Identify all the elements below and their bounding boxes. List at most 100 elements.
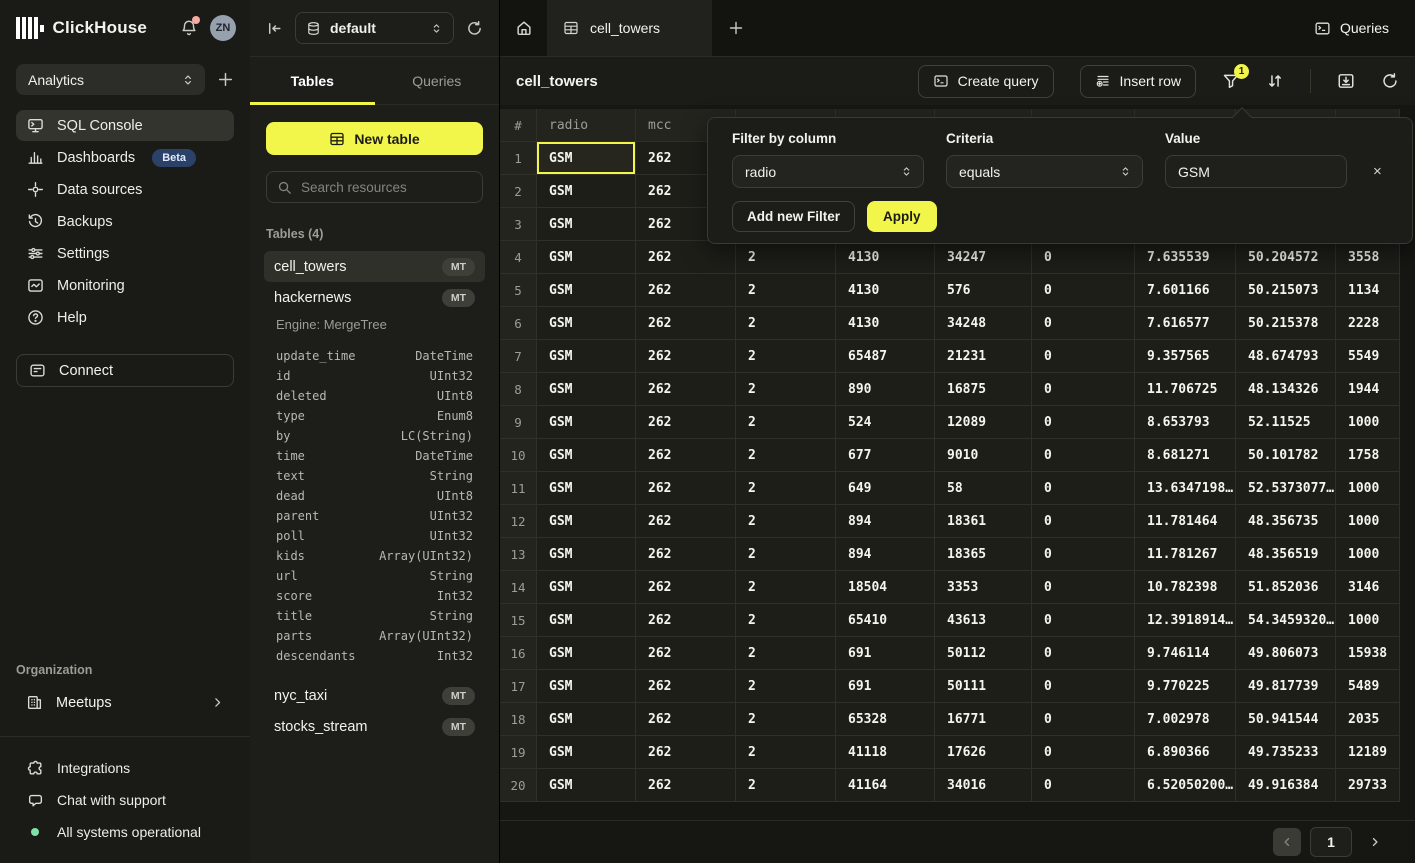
insert-row-button[interactable]: Insert row (1080, 65, 1196, 98)
data-cell[interactable]: 691 (836, 670, 935, 703)
row-number-cell[interactable]: 2 (500, 175, 537, 208)
data-cell[interactable]: 2 (736, 538, 836, 571)
data-cell[interactable]: 3558 (1336, 241, 1400, 274)
data-cell[interactable]: 11.781464 (1135, 505, 1236, 538)
filter-column-select[interactable]: radio (732, 155, 924, 188)
data-cell[interactable]: 18504 (836, 571, 935, 604)
data-cell[interactable]: GSM (537, 208, 636, 241)
avatar[interactable]: ZN (210, 15, 236, 41)
data-cell[interactable]: 262 (636, 769, 736, 802)
data-cell[interactable]: 49.735233 (1236, 736, 1336, 769)
data-cell[interactable]: 262 (636, 571, 736, 604)
data-cell[interactable]: 2 (736, 340, 836, 373)
data-cell[interactable]: 1134 (1336, 274, 1400, 307)
data-cell[interactable]: 0 (1032, 670, 1135, 703)
row-number-cell[interactable]: 13 (500, 538, 537, 571)
search-box[interactable] (266, 171, 483, 203)
prev-page-button[interactable] (1273, 828, 1301, 856)
data-cell[interactable]: 2 (736, 307, 836, 340)
data-cell[interactable]: 0 (1032, 703, 1135, 736)
data-cell[interactable]: 9.357565 (1135, 340, 1236, 373)
sidebar-item-settings[interactable]: Settings (16, 238, 234, 269)
data-cell[interactable]: 11.706725 (1135, 373, 1236, 406)
sidebar-item-data-sources[interactable]: Data sources (16, 174, 234, 205)
data-cell[interactable]: 0 (1032, 406, 1135, 439)
data-cell[interactable]: 1000 (1336, 604, 1400, 637)
data-cell[interactable]: 65487 (836, 340, 935, 373)
data-cell[interactable]: 49.806073 (1236, 637, 1336, 670)
data-cell[interactable]: 11.781267 (1135, 538, 1236, 571)
new-tab-button[interactable] (712, 0, 760, 56)
data-cell[interactable]: 21231 (935, 340, 1032, 373)
data-cell[interactable]: 18361 (935, 505, 1032, 538)
data-cell[interactable]: 2 (736, 604, 836, 637)
data-cell[interactable]: 5549 (1336, 340, 1400, 373)
data-cell[interactable]: 2 (736, 769, 836, 802)
collapse-panel-icon[interactable] (266, 20, 283, 37)
data-cell[interactable]: 29733 (1336, 769, 1400, 802)
data-cell[interactable]: GSM (537, 439, 636, 472)
create-query-button[interactable]: Create query (918, 65, 1054, 98)
data-cell[interactable]: 8.681271 (1135, 439, 1236, 472)
refresh-tables-icon[interactable] (466, 20, 483, 37)
sidebar-item-help[interactable]: Help (16, 302, 234, 333)
add-filter-button[interactable]: Add new Filter (732, 201, 855, 232)
data-cell[interactable]: 262 (636, 439, 736, 472)
data-cell[interactable]: 1000 (1336, 505, 1400, 538)
sidebar-item-dashboards[interactable]: DashboardsBeta (16, 142, 234, 173)
data-cell[interactable]: 2 (736, 637, 836, 670)
data-cell[interactable]: 262 (636, 241, 736, 274)
data-cell[interactable]: 51.852036 (1236, 571, 1336, 604)
data-cell[interactable]: 41118 (836, 736, 935, 769)
data-cell[interactable]: 3146 (1336, 571, 1400, 604)
data-cell[interactable]: 0 (1032, 505, 1135, 538)
data-cell[interactable]: 0 (1032, 538, 1135, 571)
data-cell[interactable]: 43613 (935, 604, 1032, 637)
row-number-cell[interactable]: 4 (500, 241, 537, 274)
data-cell[interactable]: 54.3459320… (1236, 604, 1336, 637)
data-cell[interactable]: 0 (1032, 274, 1135, 307)
data-cell[interactable]: 58 (935, 472, 1032, 505)
data-cell[interactable]: 2 (736, 241, 836, 274)
row-number-cell[interactable]: 10 (500, 439, 537, 472)
workspace-select[interactable]: Analytics (16, 64, 205, 95)
data-cell[interactable]: 3353 (935, 571, 1032, 604)
data-cell[interactable]: 34016 (935, 769, 1032, 802)
data-cell[interactable]: 262 (636, 604, 736, 637)
data-cell[interactable]: 524 (836, 406, 935, 439)
row-number-cell[interactable]: 19 (500, 736, 537, 769)
table-list-item-nyc_taxi[interactable]: nyc_taxiMT (264, 680, 485, 711)
row-number-cell[interactable]: 8 (500, 373, 537, 406)
download-icon[interactable] (1337, 72, 1355, 90)
connect-button[interactable]: Connect (16, 354, 234, 387)
table-list-item-hackernews[interactable]: hackernewsMT (264, 282, 485, 313)
data-cell[interactable]: 48.356735 (1236, 505, 1336, 538)
data-cell[interactable]: 262 (636, 307, 736, 340)
next-page-button[interactable] (1361, 828, 1389, 856)
data-cell[interactable]: 52.11525 (1236, 406, 1336, 439)
data-cell[interactable]: GSM (537, 571, 636, 604)
data-cell[interactable]: 34248 (935, 307, 1032, 340)
notifications-bell-icon[interactable] (180, 19, 198, 37)
data-cell[interactable]: 262 (636, 670, 736, 703)
data-cell[interactable]: GSM (537, 274, 636, 307)
data-cell[interactable]: 7.002978 (1135, 703, 1236, 736)
data-cell[interactable]: 890 (836, 373, 935, 406)
data-cell[interactable]: 1000 (1336, 538, 1400, 571)
data-cell[interactable]: 2 (736, 505, 836, 538)
tab-tables[interactable]: Tables (250, 57, 375, 104)
database-select[interactable]: default (295, 12, 454, 44)
tab-cell-towers[interactable]: cell_towers (547, 0, 712, 56)
data-cell[interactable]: GSM (537, 637, 636, 670)
row-number-cell[interactable]: 18 (500, 703, 537, 736)
data-cell[interactable]: 262 (636, 637, 736, 670)
data-cell[interactable]: 9010 (935, 439, 1032, 472)
data-cell[interactable]: GSM (537, 736, 636, 769)
row-number-header[interactable]: # (500, 109, 537, 142)
data-cell[interactable]: 262 (636, 538, 736, 571)
data-cell[interactable]: 7.616577 (1135, 307, 1236, 340)
data-cell[interactable]: 0 (1032, 373, 1135, 406)
data-cell[interactable]: 0 (1032, 340, 1135, 373)
row-number-cell[interactable]: 15 (500, 604, 537, 637)
data-cell[interactable]: 2 (736, 439, 836, 472)
